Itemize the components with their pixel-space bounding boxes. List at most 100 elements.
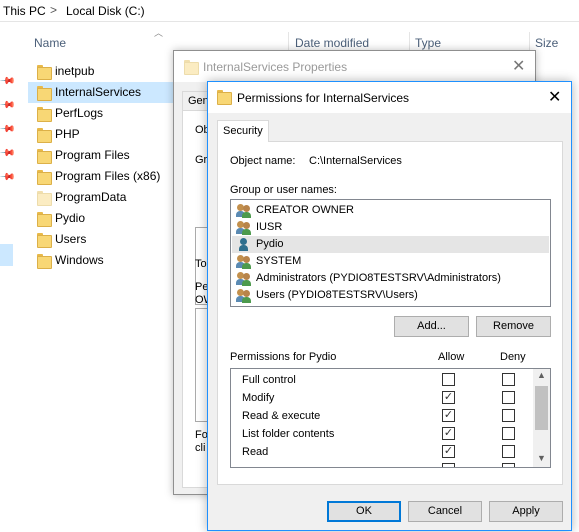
- user-row-users[interactable]: Users (PYDIO8TESTSRV\Users): [232, 287, 549, 304]
- file-row-php[interactable]: PHP: [28, 124, 178, 145]
- user-name: CREATOR OWNER: [256, 204, 354, 216]
- permissions-scrollbar[interactable]: ▲ ▼: [533, 369, 550, 467]
- security-tab-page: Object name: C:\InternalServices Group o…: [217, 141, 563, 485]
- group-users-list[interactable]: CREATOR OWNER IUSR Pydio SYSTEM Administ…: [230, 199, 551, 307]
- permissions-titlebar[interactable]: Permissions for InternalServices ✕: [208, 82, 571, 113]
- users-group-icon: [236, 271, 252, 286]
- file-name: ProgramData: [55, 190, 127, 204]
- column-header-date-modified[interactable]: Date modified: [295, 36, 369, 50]
- column-header-name[interactable]: Name: [34, 36, 66, 50]
- folder-icon: [37, 170, 52, 185]
- allow-checkbox[interactable]: [442, 373, 455, 386]
- permission-row-modify: Modify ✓: [231, 388, 533, 406]
- column-divider[interactable]: [529, 32, 530, 52]
- pin-icon: 📌: [0, 73, 16, 90]
- folder-icon: [37, 86, 52, 101]
- permission-name: Read & execute: [242, 410, 321, 422]
- file-name: Program Files: [55, 148, 130, 162]
- deny-checkbox[interactable]: [502, 409, 515, 422]
- allow-checkbox[interactable]: [442, 463, 455, 467]
- permissions-dialog[interactable]: Permissions for InternalServices ✕ Secur…: [207, 81, 572, 531]
- close-icon[interactable]: ✕: [512, 56, 525, 76]
- column-header-type[interactable]: Type: [415, 36, 441, 50]
- deny-checkbox[interactable]: [502, 427, 515, 440]
- permission-name: List folder contents: [242, 428, 335, 440]
- file-name: Pydio: [55, 211, 86, 225]
- file-name: inetpub: [55, 64, 95, 78]
- allow-checkbox-checked[interactable]: ✓: [442, 409, 455, 422]
- file-name: PHP: [55, 127, 80, 141]
- user-name: IUSR: [256, 221, 283, 233]
- user-row-pydio[interactable]: Pydio: [232, 236, 549, 253]
- permission-row-read-execute: Read & execute ✓: [231, 406, 533, 424]
- apply-button[interactable]: Apply: [489, 501, 563, 522]
- folder-icon: [184, 60, 199, 75]
- breadcrumb: This PC > Local Disk (C:): [0, 0, 579, 22]
- properties-text-fragment: Gr: [195, 154, 208, 166]
- properties-titlebar[interactable]: InternalServices Properties ✕: [174, 51, 535, 82]
- file-row-users[interactable]: Users: [28, 229, 178, 250]
- properties-text-fragment: Fo: [195, 429, 208, 441]
- users-group-icon: [236, 203, 252, 218]
- file-row-inetpub[interactable]: inetpub: [28, 61, 178, 82]
- file-name: Windows: [55, 253, 104, 267]
- properties-title: InternalServices Properties: [203, 60, 348, 74]
- cancel-button[interactable]: Cancel: [408, 501, 482, 522]
- breadcrumb-chevron-icon[interactable]: >: [50, 3, 57, 17]
- file-row-perflogs[interactable]: PerfLogs: [28, 103, 178, 124]
- column-header-size[interactable]: Size: [535, 36, 558, 50]
- folder-icon: [37, 233, 52, 248]
- close-icon[interactable]: ✕: [548, 87, 561, 107]
- permissions-list[interactable]: Full control Modify ✓ Read & execute ✓ L…: [230, 368, 551, 468]
- allow-checkbox-checked[interactable]: ✓: [442, 427, 455, 440]
- column-divider[interactable]: [288, 32, 289, 52]
- user-icon: [236, 237, 252, 252]
- user-name: Administrators (PYDIO8TESTSRV\Administra…: [256, 272, 501, 284]
- users-group-icon: [236, 254, 252, 269]
- file-row-windows[interactable]: Windows: [28, 250, 178, 271]
- file-name: PerfLogs: [55, 106, 104, 120]
- navigation-pane[interactable]: 📌 📌 📌 📌 📌 ted: [0, 22, 18, 532]
- breadcrumb-this-pc[interactable]: This PC: [3, 4, 46, 18]
- nav-selected-item[interactable]: [0, 244, 13, 266]
- folder-icon: [37, 149, 52, 164]
- file-row-program-files-x86[interactable]: Program Files (x86): [28, 166, 178, 187]
- properties-text-fragment: cli: [195, 442, 206, 454]
- properties-text-fragment: To: [195, 258, 207, 270]
- permission-row-list-folder-contents: List folder contents ✓: [231, 424, 533, 442]
- permission-row-full-control: Full control: [231, 370, 533, 388]
- deny-checkbox[interactable]: [502, 391, 515, 404]
- folder-icon: [217, 90, 232, 105]
- tab-security[interactable]: Security: [217, 120, 269, 142]
- user-name: Users (PYDIO8TESTSRV\Users): [256, 289, 418, 301]
- pin-icon: 📌: [0, 121, 16, 138]
- scroll-down-icon[interactable]: ▼: [537, 453, 546, 463]
- scrollbar-thumb[interactable]: [535, 386, 548, 430]
- breadcrumb-local-disk[interactable]: Local Disk (C:): [66, 4, 145, 18]
- file-row-pydio[interactable]: Pydio: [28, 208, 178, 229]
- deny-checkbox[interactable]: [502, 463, 515, 467]
- scroll-up-icon[interactable]: ▲: [537, 370, 546, 380]
- remove-button[interactable]: Remove: [476, 316, 551, 337]
- user-row-system[interactable]: SYSTEM: [232, 253, 549, 270]
- add-button[interactable]: Add...: [394, 316, 469, 337]
- user-row-creator-owner[interactable]: CREATOR OWNER: [232, 202, 549, 219]
- permission-row-read: Read ✓: [231, 442, 533, 460]
- object-name-value: C:\InternalServices: [309, 155, 402, 167]
- deny-checkbox[interactable]: [502, 373, 515, 386]
- allow-checkbox-checked[interactable]: ✓: [442, 445, 455, 458]
- ok-button[interactable]: OK: [327, 501, 401, 522]
- user-row-administrators[interactable]: Administrators (PYDIO8TESTSRV\Administra…: [232, 270, 549, 287]
- deny-checkbox[interactable]: [502, 445, 515, 458]
- allow-checkbox-checked[interactable]: ✓: [442, 391, 455, 404]
- column-divider[interactable]: [409, 32, 410, 52]
- users-group-icon: [236, 288, 252, 303]
- folder-icon: [37, 254, 52, 269]
- file-row-programdata[interactable]: ProgramData: [28, 187, 178, 208]
- file-row-internalservices[interactable]: InternalServices: [28, 82, 178, 103]
- pin-icon: 📌: [0, 145, 16, 162]
- user-name: Pydio: [256, 238, 284, 250]
- user-row-iusr[interactable]: IUSR: [232, 219, 549, 236]
- file-row-program-files[interactable]: Program Files: [28, 145, 178, 166]
- folder-icon: [37, 107, 52, 122]
